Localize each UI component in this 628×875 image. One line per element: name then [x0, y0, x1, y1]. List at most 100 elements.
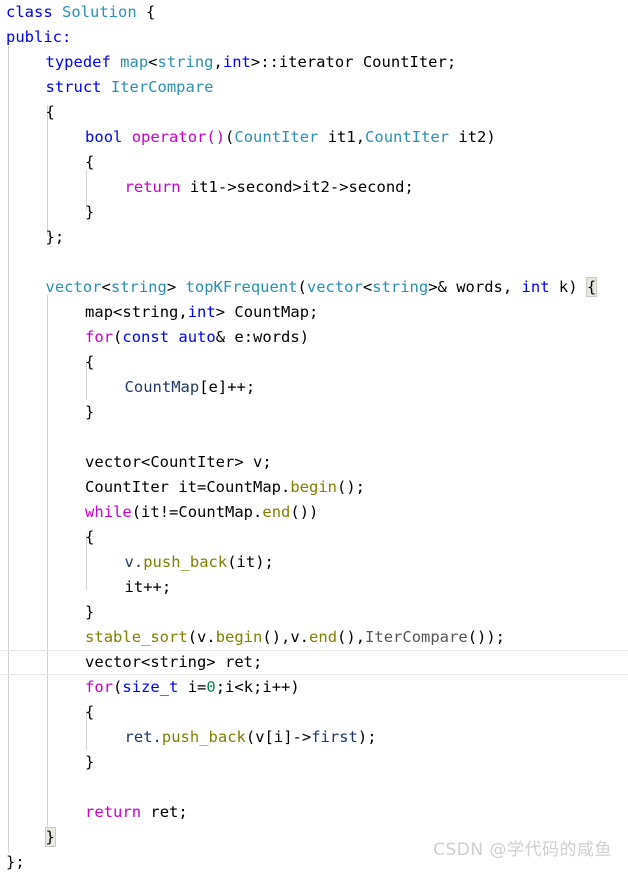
- code-token: vector<CountIter> v;: [85, 453, 272, 471]
- code-token: v.: [124, 553, 144, 571]
- code-content[interactable]: class Solution {public: typedef map<strin…: [0, 0, 628, 875]
- code-line[interactable]: v.push_back(it);: [0, 550, 628, 575]
- code-token: }: [85, 403, 95, 421]
- code-line[interactable]: {: [0, 525, 628, 550]
- code-line[interactable]: }: [0, 600, 628, 625]
- code-token: topKFrequent: [185, 278, 298, 296]
- code-token: {: [585, 277, 598, 297]
- code-line[interactable]: struct IterCompare: [0, 75, 628, 100]
- code-line[interactable]: stable_sort(v.begin(),v.end(),IterCompar…: [0, 625, 628, 650]
- code-token: (v.: [187, 628, 216, 646]
- code-token: return: [124, 178, 190, 196]
- code-token: >& words,: [428, 278, 522, 296]
- code-token: 0: [206, 678, 216, 696]
- code-line[interactable]: for(size_t i=0;i<k;i++): [0, 675, 628, 700]
- code-line[interactable]: return ret;: [0, 800, 628, 825]
- code-line[interactable]: public:: [0, 25, 628, 50]
- code-line[interactable]: CountIter it=CountMap.begin();: [0, 475, 628, 500]
- code-line[interactable]: [0, 250, 628, 275]
- code-token: map: [85, 303, 114, 321]
- code-token: ());: [467, 628, 506, 646]
- code-line[interactable]: for(const auto& e:words): [0, 325, 628, 350]
- code-line[interactable]: }: [0, 200, 628, 225]
- code-token: (: [297, 278, 307, 296]
- code-line[interactable]: [0, 775, 628, 800]
- code-token: k): [549, 278, 587, 296]
- code-token: for: [85, 678, 114, 696]
- code-line[interactable]: vector<CountIter> v;: [0, 450, 628, 475]
- code-token: operator(): [131, 128, 226, 146]
- code-token: ,: [178, 303, 188, 321]
- code-token: vector: [306, 278, 363, 296]
- code-token: int: [222, 53, 251, 71]
- code-token: size_t: [122, 678, 179, 696]
- code-token: string: [157, 53, 214, 71]
- code-line[interactable]: {: [0, 100, 628, 125]
- code-token: (: [113, 328, 123, 346]
- code-token: >: [166, 278, 186, 296]
- code-line[interactable]: [0, 425, 628, 450]
- code-line[interactable]: vector<string> topKFrequent(vector<strin…: [0, 275, 628, 300]
- code-token: while: [85, 503, 132, 521]
- code-token: CountIter: [234, 128, 319, 146]
- code-line[interactable]: };: [0, 225, 628, 250]
- code-token: i=: [178, 678, 207, 696]
- code-line[interactable]: bool operator()(CountIter it1,CountIter …: [0, 125, 628, 150]
- code-token: <: [148, 53, 158, 71]
- code-line[interactable]: ret.push_back(v[i]->first);: [0, 725, 628, 750]
- code-token: };: [6, 853, 25, 871]
- code-token: int: [521, 278, 550, 296]
- code-line[interactable]: CountMap[e]++;: [0, 375, 628, 400]
- code-line[interactable]: map<string,int> CountMap;: [0, 300, 628, 325]
- code-token: Solution: [62, 3, 137, 21]
- code-token: int: [187, 303, 216, 321]
- code-line[interactable]: }: [0, 750, 628, 775]
- code-token: struct: [45, 78, 111, 96]
- code-token: ret;: [150, 803, 188, 821]
- code-token: push_back: [161, 728, 246, 746]
- code-token: [e]++;: [199, 378, 256, 396]
- code-token: (v[i]->: [245, 728, 312, 746]
- code-token: (: [225, 128, 235, 146]
- code-token: (),: [337, 628, 366, 646]
- code-token: }: [85, 203, 95, 221]
- code-token: & e:words): [215, 328, 310, 346]
- code-token: string: [122, 303, 179, 321]
- code-token: map: [120, 53, 149, 71]
- code-token: CountIter: [365, 128, 450, 146]
- code-token: const: [122, 328, 179, 346]
- code-token: first: [311, 728, 358, 746]
- code-token: CountIter it=CountMap.: [85, 478, 291, 496]
- code-token: (it!=CountMap.: [131, 503, 263, 521]
- code-line[interactable]: it++;: [0, 575, 628, 600]
- code-token: it++;: [124, 578, 172, 596]
- code-token: end: [309, 628, 338, 646]
- code-token: IterCompare: [365, 628, 468, 646]
- code-line[interactable]: while(it!=CountMap.end()): [0, 500, 628, 525]
- code-token: for: [85, 328, 114, 346]
- code-token: }: [44, 827, 56, 847]
- code-line[interactable]: {: [0, 700, 628, 725]
- code-token: ()): [290, 503, 319, 521]
- code-token: <: [101, 278, 111, 296]
- code-token: {: [85, 528, 95, 546]
- code-token: {: [85, 153, 95, 171]
- code-line[interactable]: {: [0, 150, 628, 175]
- code-token: > CountMap;: [215, 303, 319, 321]
- code-token: }: [85, 753, 95, 771]
- code-token: stable_sort: [85, 628, 188, 646]
- code-line[interactable]: typedef map<string,int>::iterator CountI…: [0, 50, 628, 75]
- code-line[interactable]: {: [0, 350, 628, 375]
- code-token: ;i<k;i++): [215, 678, 300, 696]
- code-token: string: [372, 278, 429, 296]
- code-token: CountMap: [124, 378, 200, 396]
- code-line[interactable]: }: [0, 400, 628, 425]
- code-token: IterCompare: [110, 78, 214, 96]
- code-line[interactable]: vector<string> ret;: [0, 650, 628, 675]
- code-token: }: [85, 603, 95, 621]
- code-token: typedef: [45, 53, 121, 71]
- code-token: push_back: [143, 553, 228, 571]
- code-line[interactable]: return it1->second>it2->second;: [0, 175, 628, 200]
- code-editor[interactable]: class Solution {public: typedef map<strin…: [0, 0, 628, 872]
- code-line[interactable]: class Solution {: [0, 0, 628, 25]
